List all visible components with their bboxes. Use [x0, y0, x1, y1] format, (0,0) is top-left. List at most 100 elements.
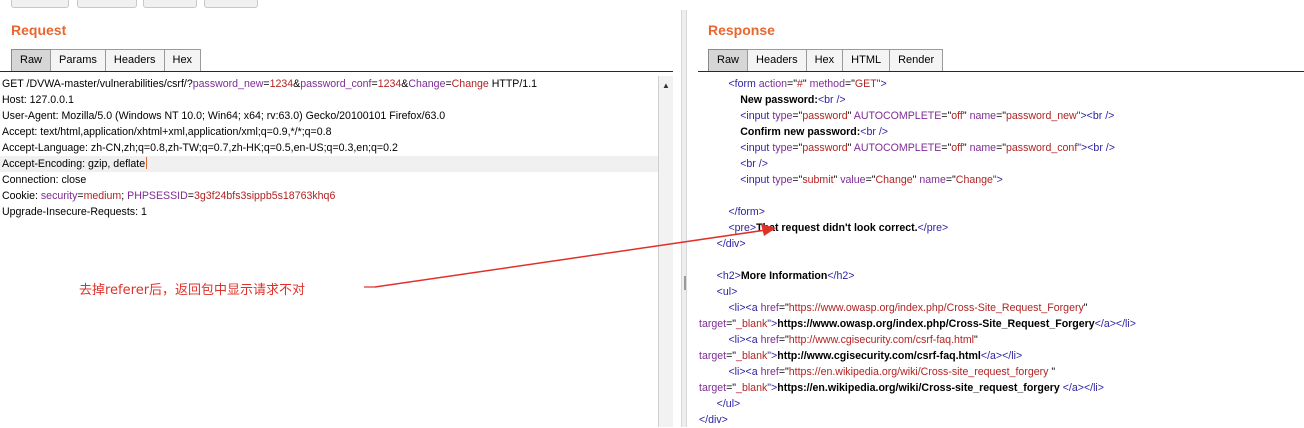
response-token — [699, 110, 740, 122]
response-token: action — [758, 78, 788, 90]
toolbar-button-1[interactable] — [11, 0, 69, 8]
response-token: <a — [745, 366, 761, 378]
response-token: =" — [778, 334, 789, 346]
response-token: </h2> — [827, 270, 855, 282]
request-token: 1234 — [269, 78, 294, 90]
response-tab-html[interactable]: HTML — [842, 49, 891, 71]
response-line: Confirm new password:<br /> — [697, 124, 1304, 140]
response-line: target="_blank">https://www.owasp.org/in… — [697, 316, 1304, 332]
response-token: "> — [1077, 142, 1088, 154]
response-token: =" — [778, 302, 789, 314]
request-line: Cookie: security=medium; PHPSESSID=3g3f2… — [0, 188, 658, 204]
request-tab-params[interactable]: Params — [50, 49, 106, 71]
request-tab-hex[interactable]: Hex — [163, 49, 202, 71]
request-token: HTTP/1.1 — [488, 78, 538, 90]
response-token: <a — [745, 302, 761, 314]
response-token: "> — [767, 382, 778, 394]
response-token: <br /> — [1087, 142, 1115, 154]
response-line: </div> — [697, 412, 1304, 428]
response-token: off — [951, 142, 963, 154]
response-token: password — [802, 110, 848, 122]
response-token: <li> — [728, 334, 746, 346]
response-token: href — [760, 302, 779, 314]
response-line: <input type="password" AUTOCOMPLETE="off… — [697, 108, 1304, 124]
response-token: http://www.cgisecurity.com/csrf-faq.html — [777, 350, 981, 362]
request-token: Accept: text/html,application/xhtml+xml,… — [2, 126, 332, 138]
response-tab-hex[interactable]: Hex — [805, 49, 844, 71]
response-token: <br /> — [740, 158, 768, 170]
response-line: <input type="submit" value="Change" name… — [697, 172, 1304, 188]
response-token: <br /> — [1086, 110, 1115, 122]
response-token: </a> — [980, 350, 1003, 362]
response-token: password_new — [1006, 110, 1077, 122]
toolbar-button-4[interactable] — [204, 0, 258, 8]
response-token: AUTOCOMPLETE — [853, 110, 942, 122]
response-line — [697, 252, 1304, 268]
response-tab-headers[interactable]: Headers — [747, 49, 807, 71]
response-token: https://en.wikipedia.org/wiki/Cross-site… — [777, 382, 1063, 394]
response-token: </pre> — [917, 222, 949, 234]
response-token — [699, 126, 740, 138]
response-token — [699, 398, 717, 410]
response-line: <br /> — [697, 156, 1304, 172]
response-tab-render[interactable]: Render — [889, 49, 944, 71]
response-token — [699, 78, 728, 90]
response-token: " — [1051, 366, 1056, 378]
response-token: =" — [945, 174, 956, 186]
request-line: Upgrade-Insecure-Requests: 1 — [0, 204, 658, 220]
request-token: Connection: close — [2, 174, 87, 186]
response-token: </div> — [699, 414, 728, 426]
response-token: <input — [740, 110, 773, 122]
request-tabs: Raw Params Headers Hex — [11, 49, 202, 71]
response-token: submit — [802, 174, 834, 186]
response-line: <ul> — [697, 284, 1304, 300]
request-title: Request — [11, 22, 67, 38]
scroll-up-arrow-icon[interactable]: ▲ — [660, 79, 672, 91]
response-token — [699, 238, 717, 250]
response-token: type — [772, 142, 793, 154]
request-editor[interactable]: GET /DVWA-master/vulnerabilities/csrf/?p… — [0, 76, 658, 427]
response-line: </ul> — [697, 396, 1304, 412]
response-token: method — [809, 78, 845, 90]
response-token: value — [840, 174, 866, 186]
response-token: =" — [941, 110, 952, 122]
response-token: <form — [728, 78, 759, 90]
response-token: That request didn't look correct. — [756, 222, 918, 234]
response-token: " — [962, 142, 970, 154]
toolbar-button-3[interactable] — [143, 0, 197, 8]
toolbar-button-2[interactable] — [77, 0, 137, 8]
response-token: " — [962, 110, 970, 122]
response-token: target — [699, 382, 727, 394]
response-token — [699, 158, 740, 170]
response-line: target="_blank">http://www.cgisecurity.c… — [697, 348, 1304, 364]
response-token: type — [772, 110, 793, 122]
response-token: GET — [854, 78, 877, 90]
response-line: <pre>That request didn't look correct.</… — [697, 220, 1304, 236]
response-token: <li> — [728, 366, 746, 378]
response-token: target — [699, 350, 727, 362]
response-token — [699, 174, 740, 186]
response-line — [697, 188, 1304, 204]
response-token: =" — [792, 174, 803, 186]
toolbar-button-5[interactable] — [1200, 0, 1260, 7]
request-tab-raw[interactable]: Raw — [11, 49, 52, 71]
request-tab-headers[interactable]: Headers — [104, 49, 165, 71]
annotation-text: 去掉referer后，返回包中显示请求不对 — [79, 283, 306, 298]
response-editor[interactable]: <form action="#" method="GET"> New passw… — [697, 76, 1304, 427]
request-line: Host: 127.0.0.1 — [0, 92, 658, 108]
response-token: =" — [792, 110, 803, 122]
request-token: security — [40, 190, 78, 202]
response-tabs: Raw Headers Hex HTML Render — [708, 49, 944, 71]
response-line: <input type="password" AUTOCOMPLETE="off… — [697, 140, 1304, 156]
splitter-grip-icon[interactable] — [684, 276, 686, 290]
response-tab-raw[interactable]: Raw — [708, 49, 749, 71]
request-scrollbar[interactable]: ▲ — [658, 76, 673, 427]
response-token: https://www.owasp.org/index.php/Cross-Si… — [777, 318, 1095, 330]
response-token: <pre> — [728, 222, 757, 234]
request-token: medium — [83, 190, 122, 202]
panel-splitter[interactable] — [681, 10, 687, 427]
response-token: =" — [787, 78, 797, 90]
response-token: </li> — [1115, 318, 1136, 330]
response-line: target="_blank">https://en.wikipedia.org… — [697, 380, 1304, 396]
request-token: 1234 — [377, 78, 402, 90]
